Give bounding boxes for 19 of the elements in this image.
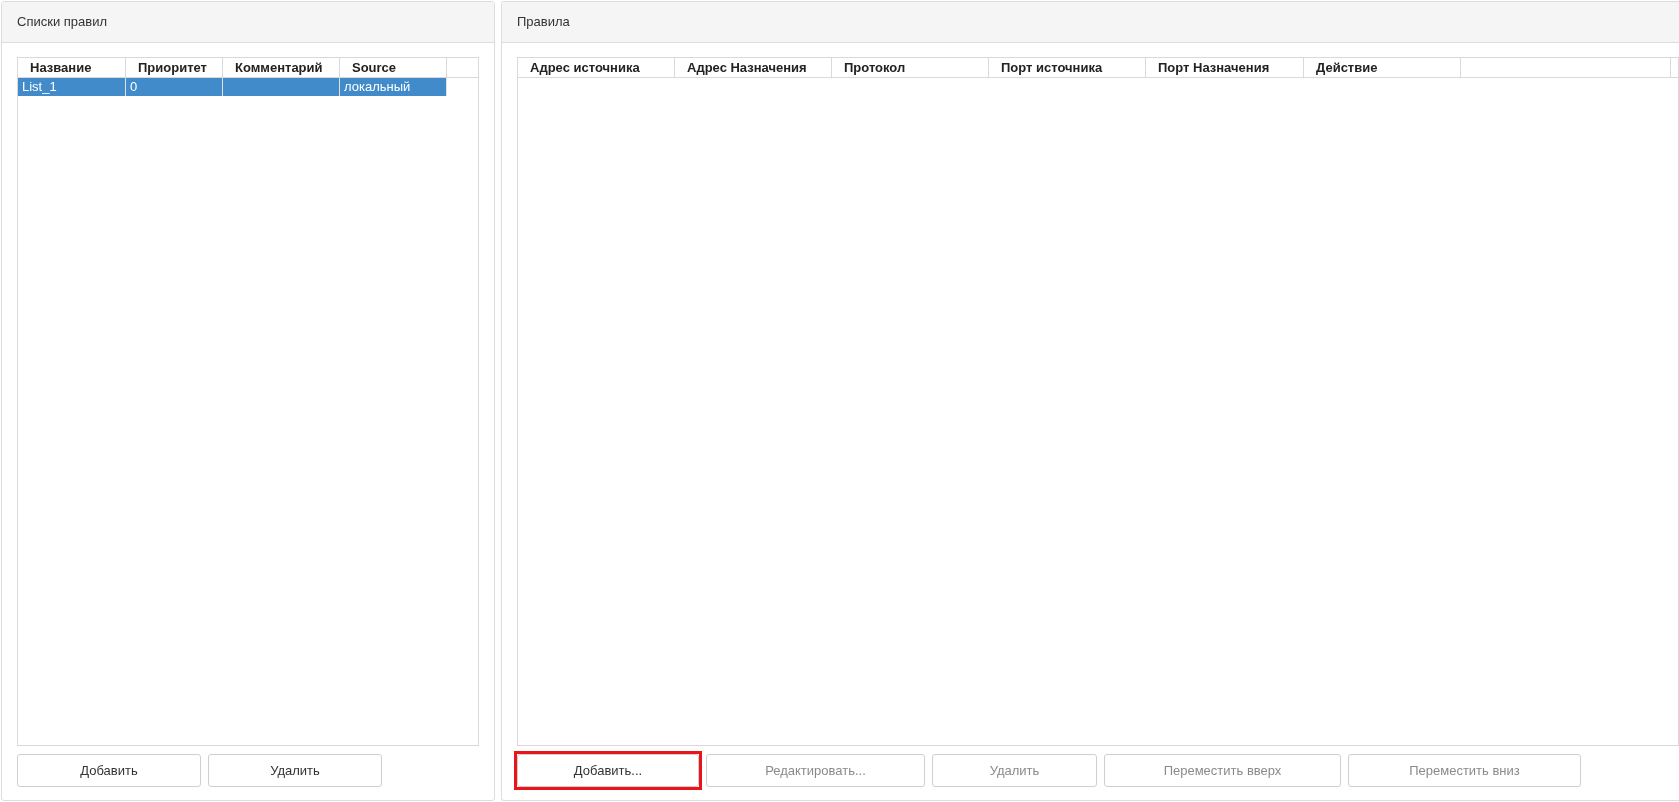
column-header[interactable]: Порт источника	[989, 58, 1146, 77]
column-header[interactable]: Название	[18, 58, 126, 77]
column-header[interactable]: Приоритет	[126, 58, 223, 77]
column-header[interactable]: Source	[340, 58, 447, 77]
column-header[interactable]: Комментарий	[223, 58, 340, 77]
column-header[interactable]: Адрес Назначения	[675, 58, 832, 77]
column-header[interactable]: Порт Назначения	[1146, 58, 1304, 77]
column-header[interactable]: Действие	[1304, 58, 1461, 77]
panel-title: Правила	[517, 13, 570, 32]
panel-title: Списки правил	[17, 13, 107, 32]
table-cell: 0	[126, 78, 223, 96]
table-row[interactable]: List_1 0 локальный	[18, 78, 447, 96]
button[interactable]: Удалить	[208, 754, 382, 787]
column-header[interactable]: Протокол	[832, 58, 989, 77]
table-cell: локальный	[340, 78, 447, 96]
column-header[interactable]: Адрес источника	[518, 58, 675, 77]
table-cell: List_1	[18, 78, 126, 96]
button[interactable]: Добавить...	[517, 754, 699, 787]
button[interactable]: Добавить	[17, 754, 201, 787]
